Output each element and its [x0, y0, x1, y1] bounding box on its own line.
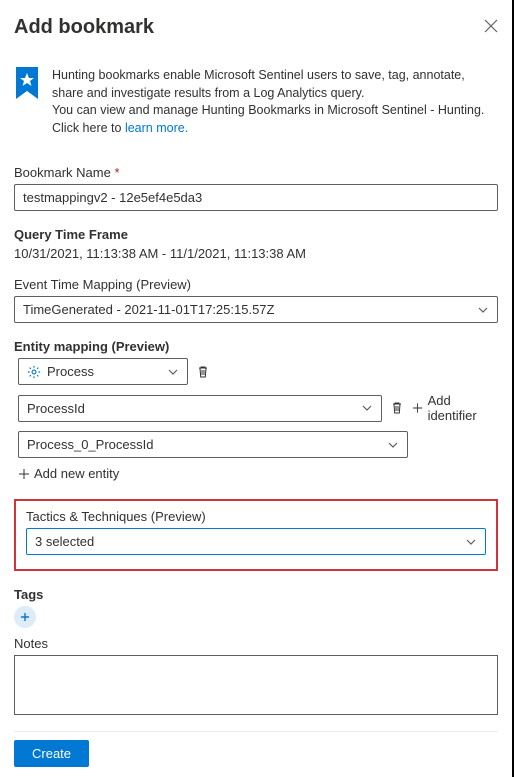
plus-icon — [18, 468, 30, 480]
notes-label: Notes — [14, 636, 498, 651]
tactics-highlight-box: Tactics & Techniques (Preview) 3 selecte… — [14, 499, 498, 571]
tactics-label: Tactics & Techniques (Preview) — [26, 509, 486, 524]
notes-textarea[interactable] — [14, 655, 498, 715]
info-text: Hunting bookmarks enable Microsoft Senti… — [52, 67, 498, 137]
add-new-entity-button[interactable]: Add new entity — [18, 466, 498, 481]
learn-more-link[interactable]: learn more. — [125, 121, 188, 135]
query-time-frame-label: Query Time Frame — [14, 227, 498, 242]
delete-entity-button[interactable] — [196, 365, 210, 379]
create-button[interactable]: Create — [14, 740, 89, 767]
info-line3-prefix: Click here to — [52, 121, 125, 135]
trash-icon — [196, 365, 210, 379]
page-title: Add bookmark — [14, 16, 154, 39]
close-button[interactable] — [484, 19, 498, 37]
trash-icon — [390, 401, 404, 415]
tactics-select[interactable]: 3 selected — [26, 528, 486, 555]
event-time-mapping-label: Event Time Mapping (Preview) — [14, 277, 498, 292]
identifier-select[interactable]: ProcessId — [18, 395, 382, 422]
value-field-value: Process_0_ProcessId — [27, 437, 153, 452]
chevron-down-icon — [387, 439, 399, 451]
plus-icon — [412, 402, 423, 414]
bookmark-name-label: Bookmark Name * — [14, 165, 498, 180]
event-time-mapping-value: TimeGenerated - 2021-11-01T17:25:15.57Z — [23, 302, 274, 317]
value-field-select[interactable]: Process_0_ProcessId — [18, 431, 408, 458]
add-tag-button[interactable] — [14, 606, 36, 628]
tags-label: Tags — [14, 587, 498, 602]
close-icon — [484, 19, 498, 33]
gear-icon — [27, 365, 41, 379]
delete-identifier-button[interactable] — [390, 401, 404, 415]
chevron-down-icon — [465, 536, 477, 548]
entity-type-value: Process — [47, 364, 94, 379]
plus-icon — [20, 612, 30, 622]
chevron-down-icon — [477, 304, 489, 316]
info-line1: Hunting bookmarks enable Microsoft Senti… — [52, 68, 465, 100]
chevron-down-icon — [361, 402, 373, 414]
identifier-value: ProcessId — [27, 401, 85, 416]
add-identifier-button[interactable]: Add identifier — [412, 393, 498, 423]
query-time-frame-value: 10/31/2021, 11:13:38 AM - 11/1/2021, 11:… — [14, 246, 498, 261]
bookmark-name-input[interactable] — [14, 184, 498, 211]
entity-type-select[interactable]: Process — [18, 358, 188, 385]
chevron-down-icon — [167, 366, 179, 378]
bookmark-icon — [14, 67, 40, 137]
event-time-mapping-select[interactable]: TimeGenerated - 2021-11-01T17:25:15.57Z — [14, 296, 498, 323]
entity-mapping-label: Entity mapping (Preview) — [14, 339, 498, 354]
info-line2: You can view and manage Hunting Bookmark… — [52, 103, 484, 117]
tactics-selected-text: 3 selected — [35, 534, 94, 549]
